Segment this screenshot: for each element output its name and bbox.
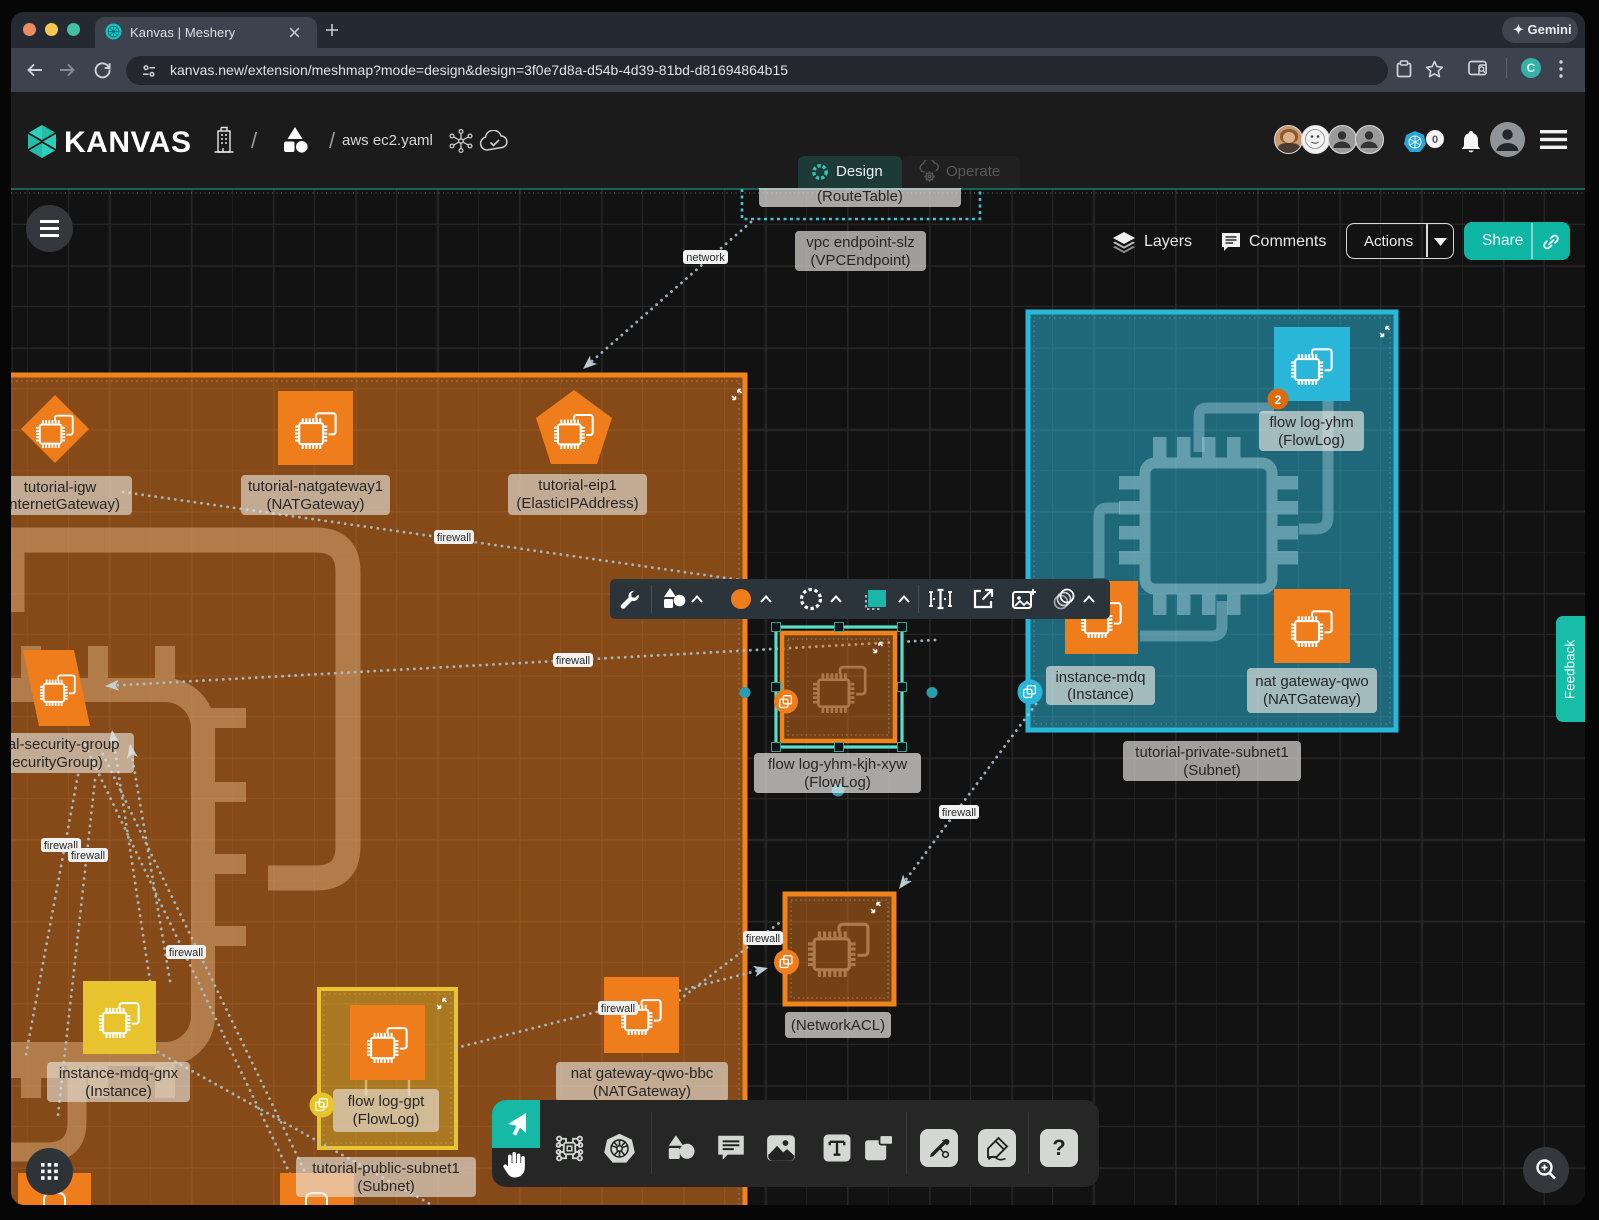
svg-text:(NetworkACL): (NetworkACL) — [791, 1017, 885, 1034]
svg-text:(NATGateway): (NATGateway) — [1263, 691, 1361, 708]
svg-text:firewall: firewall — [601, 1003, 635, 1015]
svg-text:firewall: firewall — [169, 947, 203, 959]
svg-text:(Subnet): (Subnet) — [1183, 762, 1241, 779]
svg-text:vpc endpoint-slz: vpc endpoint-slz — [806, 234, 914, 251]
svg-text:tutorial-natgateway1: tutorial-natgateway1 — [248, 478, 383, 495]
svg-text:tutorial-igw: tutorial-igw — [24, 479, 97, 496]
svg-text:tutorial-security-group: tutorial-security-group — [11, 736, 120, 753]
svg-text:0: 0 — [1432, 134, 1438, 146]
svg-text:flow log-gpt: flow log-gpt — [348, 1093, 426, 1110]
svg-text:firewall: firewall — [556, 655, 590, 667]
svg-text:(Subnet): (Subnet) — [357, 1178, 415, 1195]
svg-text:(ElasticIPAddress): (ElasticIPAddress) — [516, 495, 638, 512]
svg-text:firewall: firewall — [437, 532, 471, 544]
svg-text:(FlowLog): (FlowLog) — [353, 1111, 420, 1128]
svg-text:firewall: firewall — [942, 807, 976, 819]
svg-text:tutorial-public-subnet1: tutorial-public-subnet1 — [312, 1160, 460, 1177]
svg-text:(Instance): (Instance) — [85, 1083, 152, 1100]
svg-text:(FlowLog): (FlowLog) — [804, 774, 871, 791]
svg-text:nat gateway-qwo-bbc: nat gateway-qwo-bbc — [571, 1065, 714, 1082]
svg-text:(FlowLog): (FlowLog) — [1278, 432, 1345, 449]
svg-text:(RouteTable): (RouteTable) — [817, 188, 903, 205]
svg-text:network: network — [686, 252, 725, 264]
svg-text:(VPCEndpoint): (VPCEndpoint) — [810, 252, 910, 269]
svg-text:(NATGateway): (NATGateway) — [266, 496, 364, 513]
svg-text:flow log-yhm: flow log-yhm — [1269, 414, 1353, 431]
svg-text:firewall: firewall — [71, 850, 105, 862]
svg-text:(SecurityGroup): (SecurityGroup) — [11, 754, 103, 771]
svg-text:tutorial-eip1: tutorial-eip1 — [538, 477, 616, 494]
svg-text:(InternetGateway): (InternetGateway) — [11, 496, 120, 513]
svg-text:instance-mdq-gnx: instance-mdq-gnx — [59, 1065, 179, 1082]
svg-text:nat gateway-qwo: nat gateway-qwo — [1255, 673, 1368, 690]
svg-text:firewall: firewall — [746, 933, 780, 945]
svg-text:tutorial-private-subnet1: tutorial-private-subnet1 — [1135, 744, 1288, 761]
svg-text:2: 2 — [1275, 393, 1282, 407]
svg-text:flow log-yhm-kjh-xyw: flow log-yhm-kjh-xyw — [768, 756, 907, 773]
svg-text:instance-mdq: instance-mdq — [1055, 669, 1145, 686]
svg-text:(Instance): (Instance) — [1067, 686, 1134, 703]
svg-text:(NATGateway): (NATGateway) — [593, 1083, 691, 1100]
